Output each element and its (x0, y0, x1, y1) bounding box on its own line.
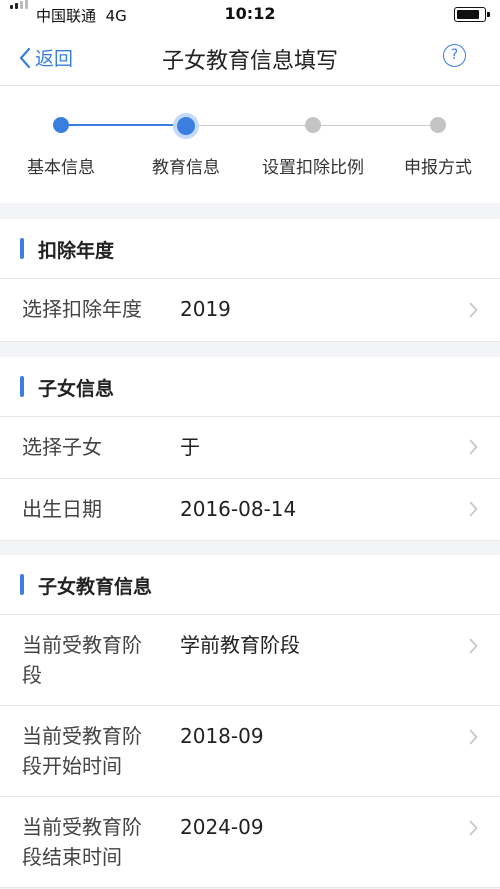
step-1-label: 基本信息 (27, 158, 95, 178)
row-label: 出生日期 (22, 497, 102, 521)
row-label: 当前受教育阶段结束时间 (22, 815, 142, 869)
nav-bar: 返回 子女教育信息填写 ? (0, 30, 500, 86)
battery-icon (454, 7, 490, 22)
chevron-right-icon (469, 501, 478, 517)
row-value: 2018-09 (180, 724, 264, 748)
deduction-year-row[interactable]: 选择扣除年度 2019 (0, 279, 500, 342)
row-label: 选择扣除年度 (22, 297, 142, 321)
row-label: 选择子女 (22, 435, 102, 459)
section-header: 子女信息 (0, 357, 500, 417)
row-value: 于 (180, 435, 200, 459)
section-header: 子女教育信息 (0, 555, 500, 615)
education-stage-row[interactable]: 当前受教育阶段 学前教育阶段 (0, 615, 500, 706)
section-accent-bar (20, 376, 24, 397)
progress-steps: 基本信息 教育信息 设置扣除比例 申报方式 (0, 86, 500, 203)
help-icon[interactable]: ? (443, 44, 466, 67)
chevron-right-icon (469, 638, 478, 654)
section-accent-bar (20, 238, 24, 259)
stage-start-row[interactable]: 当前受教育阶段开始时间 2018-09 (0, 706, 500, 797)
row-value: 学前教育阶段 (180, 633, 300, 657)
row-value: 2016-08-14 (180, 497, 297, 521)
step-track-progress (61, 124, 186, 126)
chevron-right-icon (469, 820, 478, 836)
chevron-right-icon (469, 302, 478, 318)
step-1-dot (53, 117, 69, 133)
section-title: 子女信息 (38, 378, 115, 400)
chevron-right-icon (469, 439, 478, 455)
section-accent-bar (20, 574, 24, 595)
page-title: 子女教育信息填写 (161, 49, 338, 74)
row-value: 2019 (180, 297, 231, 321)
stage-end-row[interactable]: 当前受教育阶段结束时间 2024-09 (0, 797, 500, 888)
row-label: 当前受教育阶段开始时间 (22, 724, 142, 778)
step-2-dot (173, 113, 199, 139)
section-title: 子女教育信息 (38, 576, 153, 598)
row-value: 2024-09 (180, 815, 264, 839)
birth-date-row[interactable]: 出生日期 2016-08-14 (0, 479, 500, 541)
step-3-dot (305, 117, 321, 133)
step-4-dot (430, 117, 446, 133)
clock: 10:12 (224, 4, 276, 23)
section-education-info: 子女教育信息 当前受教育阶段 学前教育阶段 当前受教育阶段开始时间 2018-0… (0, 555, 500, 888)
step-3-label: 设置扣除比例 (262, 158, 364, 178)
section-header: 扣除年度 (0, 219, 500, 279)
section-deduction-year: 扣除年度 选择扣除年度 2019 (0, 219, 500, 342)
step-2-label: 教育信息 (152, 158, 220, 178)
row-label: 当前受教育阶段 (22, 633, 142, 687)
section-title: 扣除年度 (38, 240, 115, 262)
section-child-info: 子女信息 选择子女 于 出生日期 2016-08-14 (0, 357, 500, 541)
step-4-label: 申报方式 (404, 158, 472, 178)
status-bar: 中国联通 4G 10:12 (0, 0, 500, 30)
chevron-right-icon (469, 729, 478, 745)
select-child-row[interactable]: 选择子女 于 (0, 417, 500, 479)
